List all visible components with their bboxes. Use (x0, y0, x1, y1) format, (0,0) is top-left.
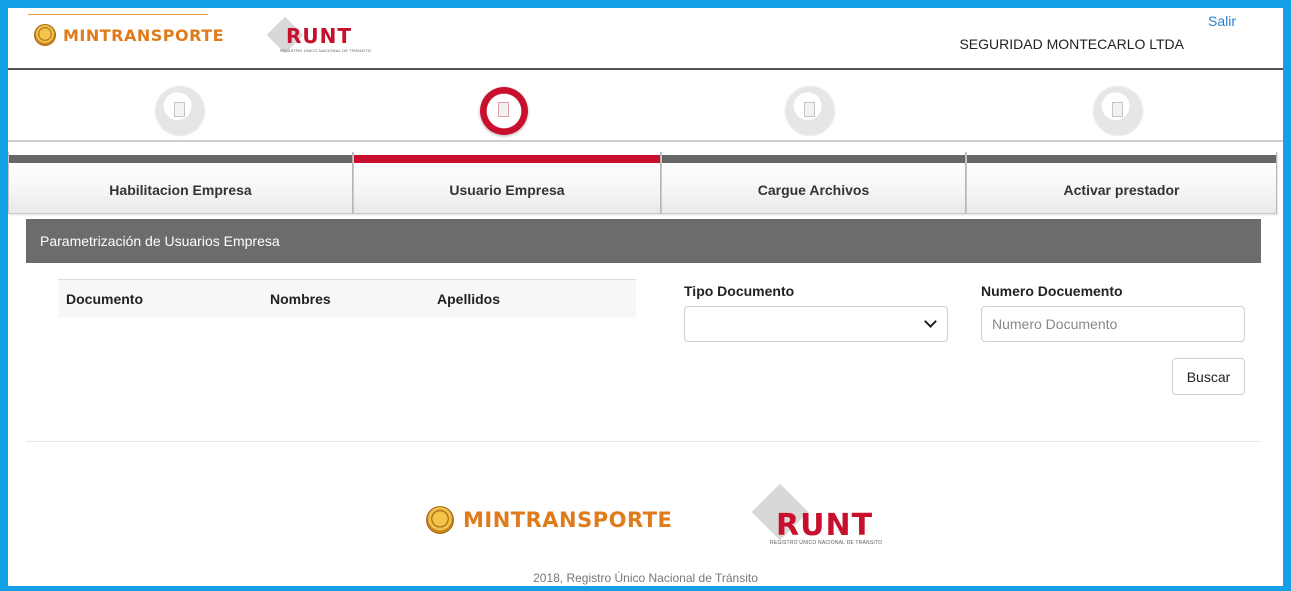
tab-indicator (967, 155, 1276, 163)
search-button[interactable]: Buscar (1172, 358, 1245, 395)
runt-logo: RUNT REGISTRO ÚNICO NACIONAL DE TRÁNSITO (266, 16, 376, 58)
column-header-apellidos: Apellidos (437, 291, 501, 307)
runt-wordmark: RUNT (286, 24, 353, 48)
tab-activar-prestador[interactable]: Activar prestador (966, 152, 1277, 214)
mintransporte-wordmark: MINTRANSPORTE (63, 25, 225, 45)
app-frame: MINTRANSPORTE RUNT REGISTRO ÚNICO NACION… (8, 8, 1283, 586)
runt-subtitle: REGISTRO ÚNICO NACIONAL DE TRÁNSITO (280, 48, 372, 53)
tab-label: Cargue Archivos (757, 182, 870, 198)
numero-documento-input[interactable] (981, 306, 1245, 342)
tab-label: Activar prestador (1063, 182, 1180, 198)
header: MINTRANSPORTE RUNT REGISTRO ÚNICO NACION… (8, 8, 1283, 70)
tab-label: Habilitacion Empresa (109, 182, 252, 198)
document-icon (498, 102, 509, 117)
company-name: SEGURIDAD MONTECARLO LTDA (959, 36, 1184, 52)
mintransporte-wordmark: MINTRANSPORTE (463, 508, 673, 532)
footer-mintransporte-logo: MINTRANSPORTE (426, 506, 672, 534)
logout-link[interactable]: Salir (1208, 13, 1236, 29)
step-icon-cargue (786, 87, 834, 135)
document-icon (174, 102, 185, 117)
runt-subtitle: REGISTRO ÚNICO NACIONAL DE TRÁNSITO (770, 540, 883, 546)
numero-documento-label: Numero Docuemento (981, 283, 1123, 299)
document-icon (1112, 102, 1123, 117)
column-header-documento: Documento (66, 291, 143, 307)
chevron-down-icon (924, 315, 937, 328)
runt-wordmark: RUNT (776, 508, 874, 543)
steps-divider (8, 140, 1283, 142)
step-icon-activar (1094, 87, 1142, 135)
mintransporte-logo: MINTRANSPORTE (34, 24, 224, 46)
tab-usuario-empresa[interactable]: Usuario Empresa (353, 152, 661, 214)
tipo-documento-label: Tipo Documento (684, 283, 795, 299)
colombia-seal-icon (426, 506, 454, 534)
tab-indicator (9, 155, 352, 163)
tab-habilitacion-empresa[interactable]: Habilitacion Empresa (8, 152, 353, 214)
tab-label: Usuario Empresa (449, 182, 565, 198)
step-icon-usuario (480, 87, 528, 135)
tab-cargue-archivos[interactable]: Cargue Archivos (661, 152, 966, 214)
wizard-steps: Habilitacion Empresa Usuario Empresa Car… (8, 70, 1283, 214)
column-header-nombres: Nombres (270, 291, 331, 307)
tab-indicator-active (354, 155, 660, 163)
panel-title: Parametrización de Usuarios Empresa (26, 219, 1261, 263)
step-icon-habilitacion (156, 87, 204, 135)
user-parameters-panel: Parametrización de Usuarios Empresa Docu… (26, 219, 1261, 442)
colombia-seal-icon (34, 24, 56, 46)
footer-copyright: 2018, Registro Único Nacional de Tránsit… (533, 571, 758, 585)
tipo-documento-select[interactable] (684, 306, 948, 342)
tab-indicator (662, 155, 965, 163)
header-accent-line (28, 14, 208, 15)
document-icon (804, 102, 815, 117)
results-table-header: Documento Nombres Apellidos (58, 279, 636, 318)
footer-runt-logo: RUNT REGISTRO ÚNICO NACIONAL DE TRÁNSITO (748, 483, 888, 546)
